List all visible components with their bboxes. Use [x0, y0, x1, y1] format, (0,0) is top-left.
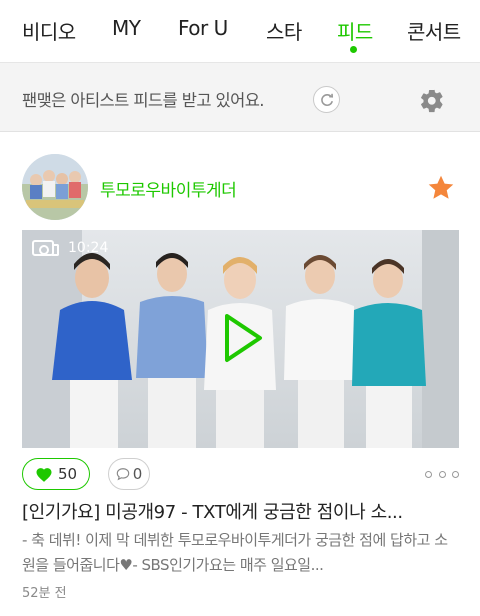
tab-feed[interactable]: 피드	[337, 16, 373, 45]
more-options-button[interactable]	[425, 466, 459, 482]
video-camera-icon	[32, 240, 59, 256]
refresh-icon	[320, 93, 333, 106]
more-dot-icon	[425, 470, 432, 478]
settings-button[interactable]	[416, 84, 448, 116]
video-duration: 10:24	[68, 240, 109, 256]
feed-info-text: 팬맺은 아티스트 피드를 받고 있어요.	[22, 91, 265, 110]
comment-count: 0	[132, 465, 143, 483]
artist-avatar[interactable]	[22, 154, 88, 220]
tab-star[interactable]: 스타	[266, 16, 302, 45]
tab-for-u[interactable]: For U	[178, 16, 228, 40]
post-actions: 50 0	[22, 458, 459, 490]
favorite-button[interactable]	[424, 171, 458, 205]
post-description[interactable]: - 축 데뷔! 이제 막 데뷔한 투모로우바이투게더가 궁금한 점에 답하고 소…	[22, 528, 459, 578]
star-icon	[428, 175, 454, 199]
heart-icon	[36, 468, 52, 482]
tab-video[interactable]: 비디오	[22, 16, 76, 45]
video-duration-badge: 10:24	[32, 240, 108, 256]
like-button[interactable]: 50	[22, 458, 90, 490]
post-time: 52분 전	[22, 586, 67, 601]
top-tab-bar: 비디오 MY For U 스타 피드 콘서트	[0, 0, 480, 62]
like-count: 50	[57, 465, 78, 483]
gear-icon	[421, 89, 443, 113]
comment-icon	[116, 468, 129, 481]
post-title[interactable]: [인기가요] 미공개97 - TXT에게 궁금한 점이나 소...	[22, 498, 459, 524]
feed-info-bar: 팬맺은 아티스트 피드를 받고 있어요.	[0, 62, 480, 132]
refresh-button[interactable]	[313, 86, 340, 113]
feed-card: 투모로우바이투게더 10:24 50 0 [인기가요] 미공개97 - TXT에…	[0, 140, 480, 616]
tab-my[interactable]: MY	[112, 16, 141, 40]
comment-button[interactable]: 0	[108, 458, 150, 490]
tab-concert[interactable]: 콘서트	[407, 16, 461, 45]
more-dot-icon	[452, 470, 459, 478]
play-icon[interactable]	[222, 312, 264, 364]
artist-name[interactable]: 투모로우바이투게더	[100, 176, 237, 201]
more-dot-icon	[438, 470, 446, 478]
video-thumbnail[interactable]: 10:24	[22, 230, 459, 448]
active-tab-indicator	[350, 46, 357, 53]
